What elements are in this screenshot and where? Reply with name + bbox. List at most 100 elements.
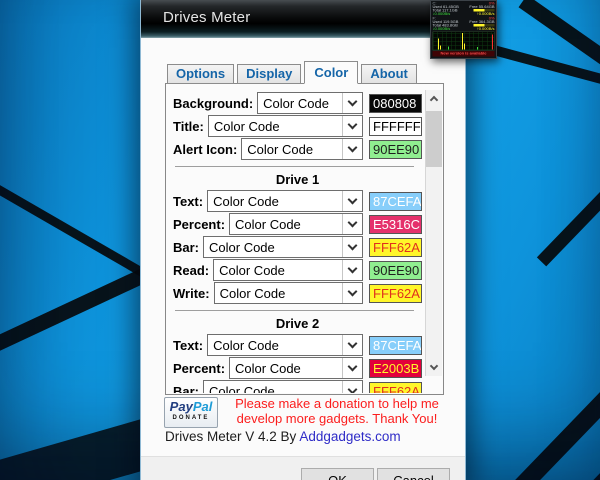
chevron-down-icon[interactable]	[342, 260, 362, 280]
color-mode-dropdown[interactable]: Color Code	[213, 259, 363, 281]
dropdown-value: Color Code	[213, 193, 279, 209]
vertical-scrollbar[interactable]	[425, 90, 442, 376]
chevron-down-icon[interactable]	[342, 381, 362, 393]
color-mode-dropdown[interactable]: Color Code	[203, 236, 363, 258]
addgadgets-link[interactable]: Addgadgets.com	[299, 429, 400, 444]
wallpaper-beam	[514, 372, 600, 480]
chevron-down-icon[interactable]	[342, 191, 362, 211]
scrollbar-thumb[interactable]	[426, 111, 442, 167]
field-label: Percent:	[173, 360, 226, 376]
color-code-input[interactable]: 080808	[369, 93, 422, 113]
tab-color[interactable]: Color	[304, 61, 359, 84]
tab-about[interactable]: About	[361, 64, 417, 84]
drives-meter-gadget-preview: C: 0% Used 61.45GB Free 55.64GB Total 117.…	[430, 0, 497, 59]
chevron-down-icon	[429, 361, 439, 371]
color-settings-scrollview: Background: Color Code 080808 Title: Col…	[167, 84, 424, 393]
color-code-input[interactable]: E5316C	[369, 214, 422, 234]
ok-button[interactable]: OK	[301, 468, 374, 480]
version-line: Drives Meter V 4.2 By Addgadgets.com	[165, 429, 401, 444]
tab-display[interactable]: Display	[237, 64, 302, 84]
scroll-up-button[interactable]	[426, 90, 442, 107]
chevron-down-icon[interactable]	[342, 237, 362, 257]
field-label: Alert Icon:	[173, 141, 238, 157]
dropdown-value: Color Code	[235, 360, 301, 376]
color-code-input[interactable]: E2003B	[369, 358, 422, 378]
field-label: Background:	[173, 95, 254, 111]
color-code-input[interactable]: FFF62A	[369, 237, 422, 257]
color-row-d2-text: Text: Color Code 87CEFA	[173, 334, 422, 356]
color-mode-dropdown[interactable]: Color Code	[229, 357, 363, 379]
color-mode-dropdown[interactable]: Color Code	[207, 115, 363, 137]
color-mode-dropdown[interactable]: Color Code	[207, 334, 363, 356]
window-titlebar[interactable]: Drives Meter	[141, 0, 465, 38]
version-text: Drives Meter V 4.2 By	[165, 429, 297, 444]
color-row-alert-icon: Alert Icon: Color Code 90EE90	[173, 138, 422, 160]
dropdown-value: Color Code	[209, 239, 275, 255]
tab-options[interactable]: Options	[167, 64, 235, 84]
color-mode-dropdown[interactable]: Color Code	[203, 380, 363, 393]
color-mode-dropdown[interactable]: Color Code	[241, 138, 363, 160]
color-settings-panel: Background: Color Code 080808 Title: Col…	[165, 83, 444, 395]
wallpaper-beam	[536, 174, 600, 267]
dropdown-value: Color Code	[213, 118, 280, 134]
chevron-down-icon[interactable]	[342, 358, 362, 378]
color-mode-dropdown[interactable]: Color Code	[229, 213, 363, 235]
color-code-input[interactable]: 90EE90	[369, 139, 422, 159]
dropdown-value: Color Code	[247, 141, 314, 157]
dropdown-value: Color Code	[209, 383, 275, 394]
section-divider	[175, 310, 414, 311]
donate-label: DONATE	[172, 415, 210, 421]
drives-meter-settings-window: Drives Meter Options Display Color About…	[140, 0, 466, 480]
color-mode-dropdown[interactable]: Color Code	[213, 282, 363, 304]
color-code-input[interactable]: FFF62A	[369, 381, 422, 393]
field-label: Percent:	[173, 216, 226, 232]
chevron-down-icon[interactable]	[342, 139, 362, 159]
drive1-write-rate: ↑0.000B/s	[476, 11, 495, 16]
dialog-footer: OK Cancel	[141, 456, 465, 480]
field-label: Bar:	[173, 239, 200, 255]
chevron-down-icon[interactable]	[342, 93, 362, 113]
chevron-down-icon[interactable]	[342, 283, 362, 303]
drive2-write-rate: ↑0.000B/s	[476, 26, 495, 31]
color-code-input[interactable]: 87CEFA	[369, 335, 422, 355]
paypal-donate-button[interactable]: PayPal DONATE	[164, 397, 218, 428]
cancel-button[interactable]: Cancel	[377, 468, 450, 480]
chevron-down-icon[interactable]	[342, 214, 362, 234]
drive1-free: Free 55.64GB	[469, 4, 495, 9]
color-code-input[interactable]: FFFFFF	[369, 116, 422, 136]
field-label: Title:	[173, 118, 204, 134]
disk-activity-graph	[432, 31, 495, 51]
window-title: Drives Meter	[163, 9, 251, 26]
wallpaper-beam	[518, 0, 600, 77]
scroll-down-button[interactable]	[426, 359, 442, 376]
field-label: Write:	[173, 285, 210, 301]
field-label: Read:	[173, 262, 210, 278]
field-label: Text:	[173, 337, 204, 353]
color-code-input[interactable]: 90EE90	[369, 260, 422, 280]
dropdown-value: Color Code	[213, 337, 279, 353]
field-label: Bar:	[173, 383, 200, 394]
chevron-down-icon[interactable]	[342, 335, 362, 355]
update-banner: New version is available	[432, 51, 495, 57]
donation-line2: develop more gadgets. Thank You!	[236, 411, 438, 426]
color-row-d1-read: Read: Color Code 90EE90	[173, 259, 422, 281]
dropdown-value: Color Code	[263, 95, 329, 111]
color-row-d2-percent: Percent: Color Code E2003B	[173, 357, 422, 379]
wallpaper-beam	[554, 426, 600, 480]
chevron-down-icon[interactable]	[342, 116, 362, 136]
gadget-content: C: 0% Used 61.45GB Free 55.64GB Total 117.…	[431, 1, 496, 58]
dropdown-value: Color Code	[219, 262, 285, 278]
donation-line1: Please make a donation to help me	[235, 396, 439, 411]
paypal-logo: PayPal	[169, 399, 213, 414]
color-mode-dropdown[interactable]: Color Code	[207, 190, 363, 212]
color-mode-dropdown[interactable]: Color Code	[257, 92, 363, 114]
color-row-d1-text: Text: Color Code 87CEFA	[173, 190, 422, 212]
drive2-read-rate: ↓0.000B/s	[432, 26, 451, 31]
color-row-d2-bar: Bar: Color Code FFF62A	[173, 380, 422, 393]
section-divider	[175, 166, 414, 167]
color-row-background: Background: Color Code 080808	[173, 92, 422, 114]
dropdown-value: Color Code	[235, 216, 301, 232]
color-row-d1-write: Write: Color Code FFF62A	[173, 282, 422, 304]
color-code-input[interactable]: FFF62A	[369, 283, 422, 303]
color-code-input[interactable]: 87CEFA	[369, 191, 422, 211]
